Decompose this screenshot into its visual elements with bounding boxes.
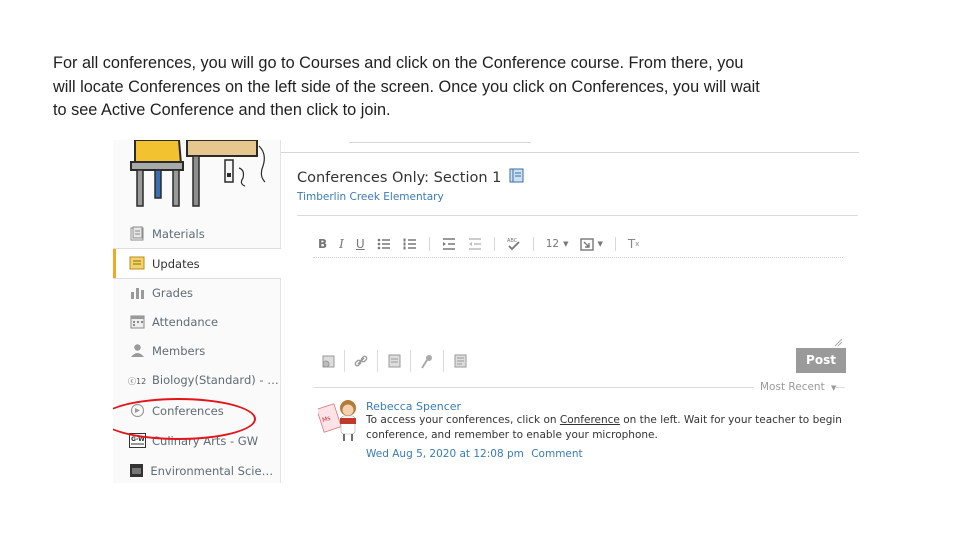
classroom-illustration xyxy=(121,140,271,208)
numbered-list-icon[interactable] xyxy=(403,238,417,250)
instructions-line-1: For all conferences, you will go to Cour… xyxy=(53,54,744,72)
sidebar-item-attendance[interactable]: Attendance xyxy=(113,307,280,336)
top-tab-outline xyxy=(349,140,531,143)
sort-dropdown[interactable]: Most Recent ▼ xyxy=(760,381,836,393)
clear-format-button[interactable]: Tx xyxy=(628,237,640,251)
sidebar-item-grades[interactable]: Grades xyxy=(113,278,280,307)
toolbar-divider xyxy=(532,237,534,251)
active-indicator xyxy=(113,249,116,278)
bold-button[interactable]: B xyxy=(318,237,327,251)
attach-divider xyxy=(377,350,378,372)
underline-button[interactable]: U xyxy=(356,237,365,251)
grades-icon xyxy=(128,285,146,301)
sidebar-item-members[interactable]: Members xyxy=(113,336,280,365)
sidebar-item-label: Biology(Standard) - Sav... xyxy=(152,372,280,387)
comment-link[interactable]: Comment xyxy=(531,448,582,460)
environment-icon xyxy=(128,463,144,479)
attach-file-icon[interactable] xyxy=(320,353,336,369)
svg-text:ⓒ12: ⓒ12 xyxy=(128,377,146,386)
school-link[interactable]: Timberlin Creek Elementary xyxy=(297,191,444,203)
sidebar-item-label: Attendance xyxy=(152,314,219,329)
sidebar-item-label: Materials xyxy=(152,226,205,241)
bullet-list-icon[interactable] xyxy=(377,238,391,250)
link-icon[interactable] xyxy=(353,353,369,369)
avatar: Ms xyxy=(318,396,362,442)
post-button[interactable]: Post xyxy=(796,348,846,373)
materials-icon xyxy=(128,226,146,242)
microphone-icon[interactable] xyxy=(419,353,435,369)
post-body-line-2: conference, and remember to enable your … xyxy=(366,429,658,441)
toolbar-rule xyxy=(313,257,843,258)
sidebar-item-label: Members xyxy=(152,343,206,358)
book-icon[interactable] xyxy=(509,168,524,187)
sidebar-item-updates[interactable]: Updates xyxy=(113,248,281,279)
post-meta: Wed Aug 5, 2020 at 12:08 pm Comment xyxy=(366,448,583,460)
sidebar-item-materials[interactable]: Materials xyxy=(113,219,280,248)
course-screenshot: Materials Updates Grades Attendance Memb… xyxy=(113,140,859,483)
attachment-toolbar xyxy=(320,350,476,372)
sidebar-item-label: Grades xyxy=(152,285,194,300)
header-divider xyxy=(297,215,858,216)
attach-divider xyxy=(443,350,444,372)
course-title-text: Conferences Only: Section 1 xyxy=(297,170,502,186)
clear-format-letter: T xyxy=(627,237,636,251)
resource-icon[interactable] xyxy=(386,353,402,369)
post-timestamp[interactable]: Wed Aug 5, 2020 at 12:08 pm xyxy=(366,448,524,460)
indent-icon[interactable] xyxy=(442,238,456,250)
post-text: To access your conferences, click on xyxy=(366,414,560,426)
sidebar-item-label: Environmental Science... xyxy=(150,463,280,478)
post-text: on the left. Wait for your teacher to be… xyxy=(619,414,842,426)
editor-toolbar: B I U ABC 12 ▼ ▼ Tx xyxy=(318,236,651,252)
sidebar-item-biology[interactable]: ⓒ12 Biology(Standard) - Sav... xyxy=(113,365,280,394)
sort-label: Most Recent xyxy=(760,381,825,393)
sidebar-item-label: Updates xyxy=(152,256,200,271)
feed-divider-end xyxy=(835,387,845,388)
attach-divider xyxy=(344,350,345,372)
conference-link[interactable]: Conference xyxy=(560,414,620,426)
attendance-icon xyxy=(128,314,146,330)
members-icon xyxy=(128,343,146,359)
poll-icon[interactable] xyxy=(452,353,468,369)
outdent-icon[interactable] xyxy=(468,238,482,250)
chevron-down-icon: ▼ xyxy=(831,384,837,392)
italic-button[interactable]: I xyxy=(339,237,344,251)
course-title: Conferences Only: Section 1 xyxy=(297,168,524,187)
biology-icon: ⓒ12 xyxy=(128,372,146,388)
toolbar-divider xyxy=(614,237,616,251)
post-body-line-1: To access your conferences, click on Con… xyxy=(366,414,842,426)
insert-media-icon[interactable]: ▼ xyxy=(580,237,603,251)
instructions-line-2: will locate Conferences on the left side… xyxy=(53,77,760,96)
svg-text:ABC: ABC xyxy=(507,238,518,244)
feed-divider xyxy=(313,387,754,388)
toolbar-divider xyxy=(428,237,430,251)
attach-divider xyxy=(410,350,411,372)
sidebar-item-environmental[interactable]: Environmental Science... xyxy=(113,456,280,483)
font-size-select[interactable]: 12 ▼ xyxy=(546,238,569,250)
chevron-down-icon: ▼ xyxy=(597,240,603,248)
top-divider xyxy=(281,152,859,153)
clear-format-sub: x xyxy=(635,240,640,248)
chevron-down-icon: ▼ xyxy=(563,240,569,248)
toolbar-divider xyxy=(493,237,495,251)
post-author[interactable]: Rebecca Spencer xyxy=(366,400,461,413)
spellcheck-icon[interactable]: ABC xyxy=(507,237,521,251)
instructions-text: For all conferences, you will go to Cour… xyxy=(53,52,873,123)
updates-icon xyxy=(128,256,146,272)
font-size-value: 12 xyxy=(545,238,560,250)
instructions-line-3: to see Active Conference and then click … xyxy=(53,101,391,119)
